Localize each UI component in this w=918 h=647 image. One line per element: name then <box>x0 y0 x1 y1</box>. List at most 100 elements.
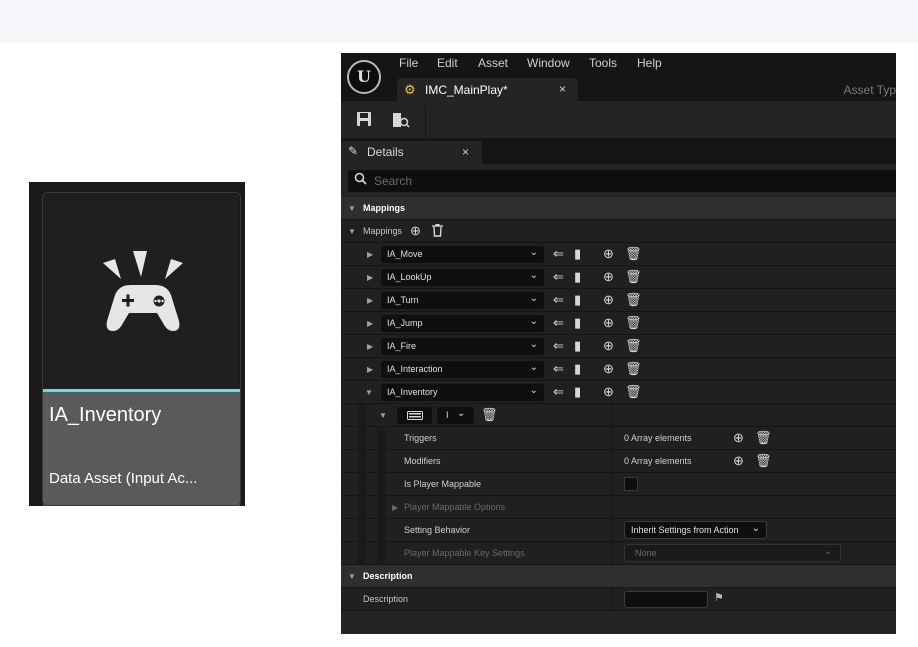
delete-icon[interactable]: 🗑 <box>755 431 772 445</box>
asset-name: IA_Inventory <box>49 404 162 426</box>
action-selector[interactable]: IA_Jump ⌄ <box>381 315 544 332</box>
delete-icon[interactable]: 🗑 <box>625 247 642 261</box>
key-selector[interactable]: I ⌄ <box>437 407 474 424</box>
expand-arrow-icon[interactable]: ▶ <box>367 342 373 351</box>
action-selector[interactable]: IA_Inventory ⌄ <box>381 384 544 401</box>
collapse-arrow-icon[interactable]: ▼ <box>348 204 356 213</box>
key-binding-row: ▼ I ⌄ 🗑 <box>341 404 896 427</box>
asset-type-label: Asset Typ <box>843 83 896 97</box>
action-name: IA_Inventory <box>387 387 438 397</box>
delete-icon[interactable]: 🗑 <box>755 454 772 468</box>
add-element-icon[interactable]: ⊕ <box>733 431 744 445</box>
search-box[interactable] <box>348 170 896 192</box>
action-selector[interactable]: IA_Interaction ⌄ <box>381 361 544 378</box>
menu-window[interactable]: Window <box>527 56 570 70</box>
insert-icon[interactable]: ⊕ <box>603 247 614 261</box>
browse-asset-icon[interactable]: ▮ <box>574 316 581 330</box>
action-selector[interactable]: IA_Turn ⌄ <box>381 292 544 309</box>
delete-icon[interactable]: 🗑 <box>625 362 642 376</box>
expand-arrow-icon[interactable]: ▶ <box>367 273 373 282</box>
close-icon[interactable]: × <box>462 145 469 159</box>
expand-arrow-icon[interactable]: ▶ <box>367 250 373 259</box>
use-selected-icon[interactable]: ⇐ <box>553 362 564 376</box>
insert-icon[interactable]: ⊕ <box>603 385 614 399</box>
insert-icon[interactable]: ⊕ <box>603 270 614 284</box>
insert-icon[interactable]: ⊕ <box>603 316 614 330</box>
indent-guide <box>358 450 366 473</box>
unreal-logo-icon[interactable]: U <box>347 60 381 94</box>
browse-asset-icon[interactable]: ▮ <box>574 293 581 307</box>
player-mappable-options-row: ▶ Player Mappable Options <box>341 496 896 519</box>
delete-icon[interactable]: 🗑 <box>625 316 642 330</box>
expand-arrow-icon[interactable]: ▶ <box>367 365 373 374</box>
description-input[interactable] <box>624 591 708 608</box>
collapse-arrow-icon[interactable]: ▼ <box>365 388 373 397</box>
use-selected-icon[interactable]: ⇐ <box>553 339 564 353</box>
setting-behavior-value: Inherit Settings from Action <box>631 525 739 535</box>
save-icon[interactable] <box>354 111 374 131</box>
pencil-icon: ✎ <box>348 144 359 158</box>
expand-arrow-icon[interactable]: ▶ <box>392 503 398 512</box>
insert-icon[interactable]: ⊕ <box>603 339 614 353</box>
toolbar-separator <box>425 105 426 138</box>
mapping-row: ▶ IA_LookUp ⌄ ⇐ ▮ ⊕ 🗑 <box>341 266 896 289</box>
is-player-mappable-checkbox[interactable] <box>624 477 638 491</box>
insert-icon[interactable]: ⊕ <box>603 293 614 307</box>
menu-edit[interactable]: Edit <box>437 56 458 70</box>
action-selector[interactable]: IA_Move ⌄ <box>381 246 544 263</box>
action-name: IA_LookUp <box>387 272 432 282</box>
delete-icon[interactable]: 🗑 <box>625 339 642 353</box>
setting-behavior-dropdown[interactable]: Inherit Settings from Action ⌄ <box>624 521 767 539</box>
indent-guide <box>377 496 385 519</box>
triggers-label: Triggers <box>404 433 437 443</box>
use-selected-icon[interactable]: ⇐ <box>553 385 564 399</box>
chevron-down-icon: ⌄ <box>529 385 538 396</box>
browse-asset-icon[interactable]: ▮ <box>574 247 581 261</box>
close-icon[interactable]: × <box>559 82 566 96</box>
action-selector[interactable]: IA_LookUp ⌄ <box>381 269 544 286</box>
expand-arrow-icon[interactable]: ▶ <box>367 319 373 328</box>
delete-icon[interactable]: 🗑 <box>625 293 642 307</box>
player-mappable-key-settings-dropdown[interactable]: None ⌄ <box>624 544 841 562</box>
document-tab[interactable]: ⚙ IMC_MainPlay* × <box>397 78 578 101</box>
collapse-arrow-icon[interactable]: ▼ <box>379 411 387 420</box>
indent-guide <box>358 473 366 496</box>
collapse-arrow-icon[interactable]: ▼ <box>348 572 356 581</box>
menu-asset[interactable]: Asset <box>478 56 508 70</box>
insert-icon[interactable]: ⊕ <box>603 362 614 376</box>
localization-flag-icon[interactable]: ⚑ <box>714 591 724 604</box>
delete-icon[interactable] <box>432 224 443 240</box>
browse-asset-icon[interactable]: ▮ <box>574 362 581 376</box>
search-input[interactable] <box>374 173 874 189</box>
mappings-category-header[interactable]: ▼ Mappings <box>341 197 896 220</box>
modifiers-value: 0 Array elements <box>624 456 692 466</box>
use-selected-icon[interactable]: ⇐ <box>553 247 564 261</box>
description-row: Description ⚑ <box>341 588 896 611</box>
browse-asset-icon[interactable]: ▮ <box>574 339 581 353</box>
description-category-header[interactable]: ▼ Description <box>341 565 896 588</box>
use-selected-icon[interactable]: ⇐ <box>553 293 564 307</box>
delete-icon[interactable]: 🗑 <box>625 385 642 399</box>
use-selected-icon[interactable]: ⇐ <box>553 316 564 330</box>
delete-icon[interactable]: 🗑 <box>625 270 642 284</box>
browse-asset-icon[interactable]: ▮ <box>574 270 581 284</box>
asset-tile[interactable]: IA_Inventory Data Asset (Input Ac... <box>29 182 245 506</box>
delete-icon[interactable]: 🗑 <box>481 408 498 422</box>
browse-asset-icon[interactable]: ▮ <box>574 385 581 399</box>
triggers-value: 0 Array elements <box>624 433 692 443</box>
add-element-icon[interactable]: ⊕ <box>733 454 744 468</box>
player-mappable-key-settings-label: Player Mappable Key Settings <box>404 548 525 558</box>
collapse-arrow-icon[interactable]: ▼ <box>348 227 356 236</box>
setting-behavior-row: Setting Behavior Inherit Settings from A… <box>341 519 896 542</box>
browse-to-asset-icon[interactable] <box>391 111 411 131</box>
is-player-mappable-row: Is Player Mappable <box>341 473 896 496</box>
expand-arrow-icon[interactable]: ▶ <box>367 296 373 305</box>
menu-tools[interactable]: Tools <box>589 56 617 70</box>
add-element-icon[interactable]: ⊕ <box>410 224 421 238</box>
use-selected-icon[interactable]: ⇐ <box>553 270 564 284</box>
details-tab[interactable]: ✎ Details × <box>341 141 482 164</box>
menu-help[interactable]: Help <box>637 56 662 70</box>
key-capture-button[interactable] <box>397 407 432 424</box>
menu-file[interactable]: File <box>399 56 418 70</box>
action-selector[interactable]: IA_Fire ⌄ <box>381 338 544 355</box>
